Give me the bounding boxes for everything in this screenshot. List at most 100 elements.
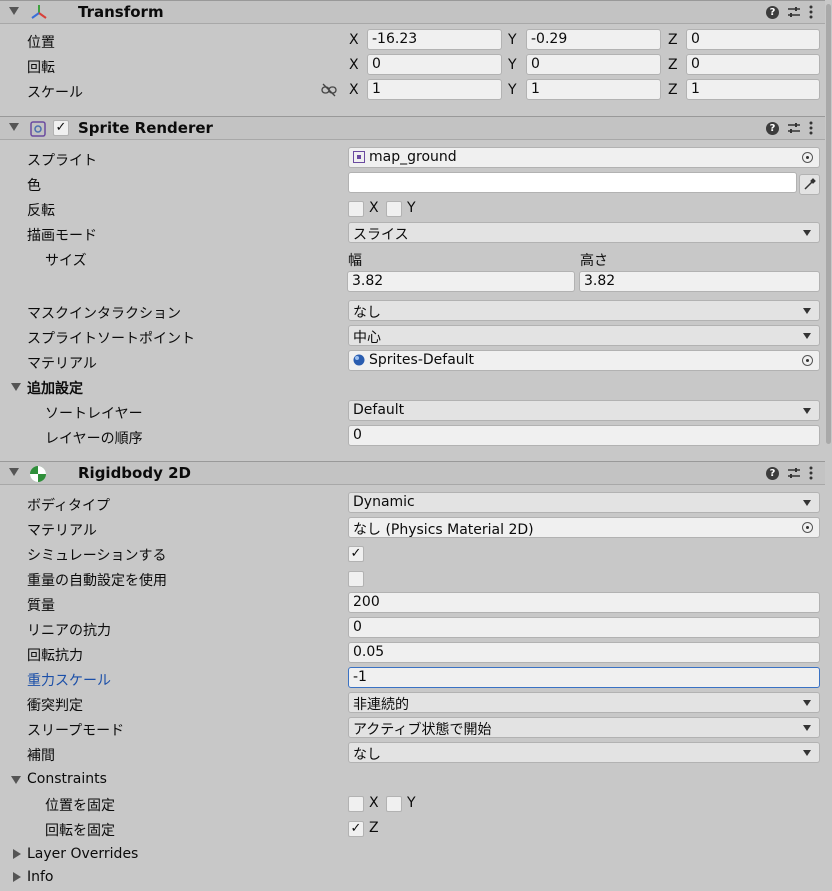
context-menu-icon[interactable] bbox=[809, 466, 813, 480]
freeze-position-row: 位置を固定 X Y bbox=[0, 792, 825, 816]
order-in-layer-label: レイヤーの順序 bbox=[45, 431, 143, 447]
mask-interaction-value: なし bbox=[353, 305, 381, 321]
additional-settings-foldout[interactable]: 追加設定 bbox=[0, 375, 825, 399]
freeze-position-x-checkbox[interactable] bbox=[348, 796, 364, 812]
body-type-value: Dynamic bbox=[353, 494, 415, 510]
scale-label: スケール bbox=[27, 85, 83, 101]
freeze-position-y-label: Y bbox=[407, 795, 416, 811]
object-picker-icon[interactable] bbox=[802, 522, 813, 533]
simulated-label: シミュレーションする bbox=[27, 548, 167, 564]
position-x-field[interactable]: -16.23 bbox=[367, 29, 502, 50]
rotation-label: 回転 bbox=[27, 60, 55, 76]
scale-x-field[interactable]: 1 bbox=[367, 79, 502, 100]
sprite-renderer-enabled-checkbox[interactable]: ✓ bbox=[53, 120, 69, 136]
sleeping-mode-dropdown[interactable]: アクティブ状態で開始 bbox=[348, 717, 820, 738]
body-type-dropdown[interactable]: Dynamic bbox=[348, 492, 820, 513]
rotation-y-field[interactable]: 0 bbox=[526, 54, 661, 75]
mass-field[interactable]: 200 bbox=[348, 592, 820, 613]
gravity-scale-field[interactable]: -1 bbox=[348, 667, 820, 688]
color-swatch[interactable] bbox=[348, 172, 797, 193]
sprite-label: スプライト bbox=[27, 153, 97, 169]
axis-z-label: Z bbox=[668, 57, 678, 73]
layer-overrides-foldout[interactable]: Layer Overrides bbox=[0, 843, 825, 867]
scale-z-field[interactable]: 1 bbox=[686, 79, 820, 100]
header-icons: ? bbox=[766, 5, 813, 19]
axis-y-label: Y bbox=[508, 32, 517, 48]
position-z-field[interactable]: 0 bbox=[686, 29, 820, 50]
axis-y-label: Y bbox=[508, 82, 517, 98]
object-picker-icon[interactable] bbox=[802, 355, 813, 366]
constraints-foldout[interactable]: Constraints bbox=[0, 768, 825, 792]
rb-material-value: なし (Physics Material 2D) bbox=[353, 522, 534, 538]
chevron-down-icon bbox=[803, 308, 811, 314]
flip-x-checkbox[interactable] bbox=[348, 201, 364, 217]
collapse-icon[interactable] bbox=[9, 123, 19, 131]
collision-detection-dropdown[interactable]: 非連続的 bbox=[348, 692, 820, 713]
interpolate-dropdown[interactable]: なし bbox=[348, 742, 820, 763]
size-height-label: 高さ bbox=[580, 253, 608, 269]
collapse-icon[interactable] bbox=[9, 468, 19, 476]
color-label: 色 bbox=[27, 178, 41, 194]
sleeping-mode-value: アクティブ状態で開始 bbox=[353, 722, 492, 738]
rb-material-object-field[interactable]: なし (Physics Material 2D) bbox=[348, 517, 820, 538]
collapse-icon[interactable] bbox=[9, 7, 19, 15]
linear-drag-field[interactable]: 0 bbox=[348, 617, 820, 638]
preset-icon[interactable] bbox=[787, 6, 801, 18]
rigidbody-header[interactable]: Rigidbody 2D ? bbox=[0, 461, 825, 485]
sleeping-mode-label: スリープモード bbox=[27, 723, 125, 739]
chevron-down-icon bbox=[803, 700, 811, 706]
help-icon[interactable]: ? bbox=[766, 121, 779, 135]
draw-mode-dropdown[interactable]: スライス bbox=[348, 222, 820, 243]
auto-mass-checkbox[interactable] bbox=[348, 571, 364, 587]
order-in-layer-field[interactable]: 0 bbox=[348, 425, 820, 446]
angular-drag-field[interactable]: 0.05 bbox=[348, 642, 820, 663]
header-icons: ? bbox=[766, 121, 813, 135]
freeze-rotation-row: 回転を固定 ✓ Z bbox=[0, 817, 825, 841]
object-picker-icon[interactable] bbox=[802, 152, 813, 163]
eyedropper-icon[interactable] bbox=[799, 174, 820, 195]
sprite-value: map_ground bbox=[369, 149, 457, 165]
linear-drag-label: リニアの抗力 bbox=[27, 623, 111, 639]
axis-z-label: Z bbox=[668, 82, 678, 98]
sorting-layer-dropdown[interactable]: Default bbox=[348, 400, 820, 421]
context-menu-icon[interactable] bbox=[809, 121, 813, 135]
simulated-checkbox[interactable]: ✓ bbox=[348, 546, 364, 562]
flip-y-checkbox[interactable] bbox=[386, 201, 402, 217]
position-y-field[interactable]: -0.29 bbox=[526, 29, 661, 50]
collision-detection-value: 非連続的 bbox=[353, 697, 409, 713]
size-width-field[interactable]: 3.82 bbox=[347, 271, 575, 292]
body-type-row: ボディタイプ Dynamic bbox=[0, 492, 825, 516]
sort-point-value: 中心 bbox=[353, 330, 381, 346]
collision-detection-label: 衝突判定 bbox=[27, 698, 83, 714]
context-menu-icon[interactable] bbox=[809, 5, 813, 19]
scrollbar-thumb[interactable] bbox=[826, 4, 831, 444]
angular-drag-row: 回転抗力 0.05 bbox=[0, 642, 825, 666]
transform-header[interactable]: Transform ? bbox=[0, 0, 825, 24]
size-height-field[interactable]: 3.82 bbox=[579, 271, 820, 292]
preset-icon[interactable] bbox=[787, 122, 801, 134]
rigidbody-icon bbox=[29, 465, 47, 487]
freeze-rotation-z-checkbox[interactable]: ✓ bbox=[348, 821, 364, 837]
scale-y-field[interactable]: 1 bbox=[526, 79, 661, 100]
rotation-z-field[interactable]: 0 bbox=[686, 54, 820, 75]
chevron-down-icon bbox=[803, 230, 811, 236]
sort-point-row: スプライトソートポイント 中心 bbox=[0, 325, 825, 349]
sprite-material-label: マテリアル bbox=[27, 356, 97, 372]
info-label: Info bbox=[27, 869, 54, 885]
mask-interaction-dropdown[interactable]: なし bbox=[348, 300, 820, 321]
sort-point-dropdown[interactable]: 中心 bbox=[348, 325, 820, 346]
help-icon[interactable]: ? bbox=[766, 466, 779, 480]
freeze-position-y-checkbox[interactable] bbox=[386, 796, 402, 812]
axis-x-label: X bbox=[349, 82, 359, 98]
sprite-renderer-header[interactable]: ✓ Sprite Renderer ? bbox=[0, 116, 825, 140]
size-values-row: 3.82 3.82 bbox=[0, 271, 825, 295]
collision-detection-row: 衝突判定 非連続的 bbox=[0, 692, 825, 716]
preset-icon[interactable] bbox=[787, 467, 801, 479]
info-foldout[interactable]: Info bbox=[0, 866, 825, 890]
help-icon[interactable]: ? bbox=[766, 5, 779, 19]
sprite-object-field[interactable]: map_ground bbox=[348, 147, 820, 168]
sprite-material-object-field[interactable]: Sprites-Default bbox=[348, 350, 820, 371]
rotation-x-field[interactable]: 0 bbox=[367, 54, 502, 75]
constrain-link-icon[interactable] bbox=[321, 83, 337, 101]
axis-y-label: Y bbox=[508, 57, 517, 73]
